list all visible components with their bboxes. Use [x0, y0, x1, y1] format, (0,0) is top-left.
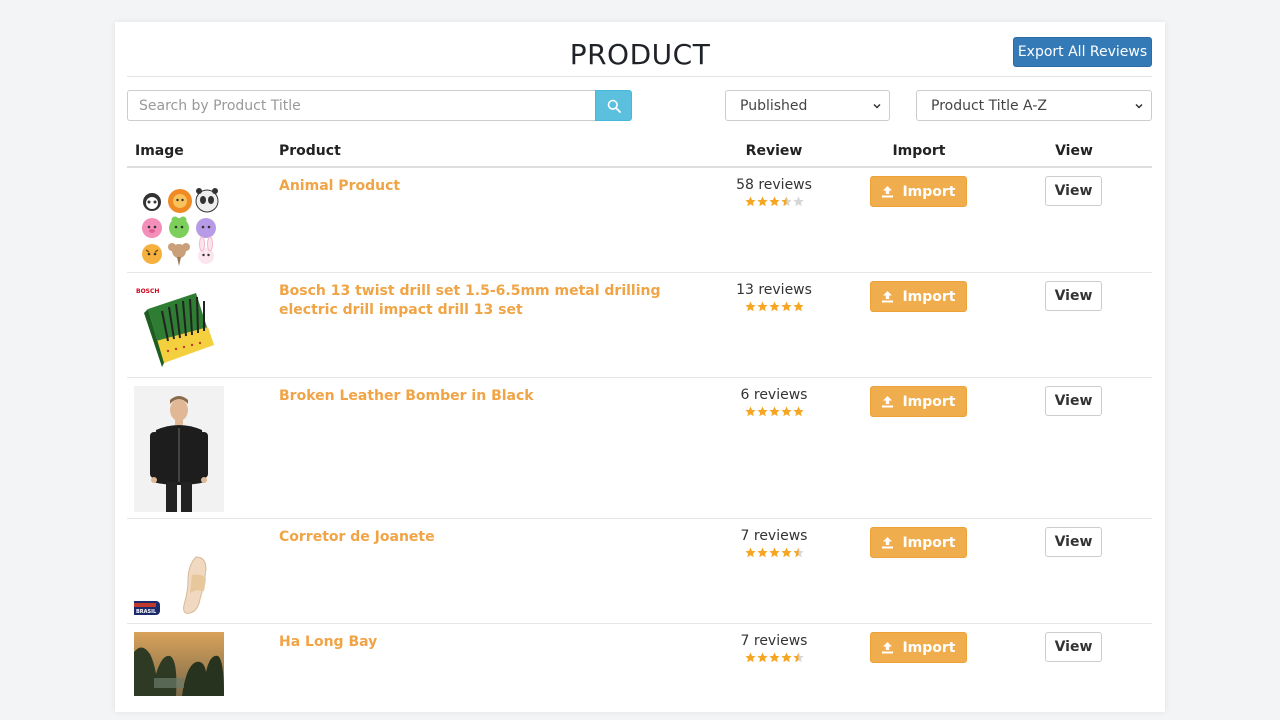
review-count: 58 reviews	[736, 177, 812, 193]
star-icon	[781, 406, 792, 417]
upload-icon	[882, 537, 894, 549]
star-icon	[769, 547, 780, 558]
column-header-image: Image	[135, 143, 184, 159]
product-title-link[interactable]: Ha Long Bay	[279, 633, 679, 652]
table-row: Broken Leather Bomber in Black 6 reviews…	[127, 378, 1152, 519]
upload-icon	[882, 291, 894, 303]
star-icon	[781, 547, 792, 558]
status-select[interactable]: Published	[725, 90, 890, 121]
product-thumbnail[interactable]: BRASIL	[130, 527, 224, 623]
import-label: Import	[902, 534, 956, 551]
star-icon	[757, 406, 768, 417]
product-title-link[interactable]: Animal Product	[279, 177, 679, 196]
search-icon	[607, 99, 621, 113]
thumb-brand-text: BOSCH	[136, 288, 159, 295]
star-icon	[745, 196, 756, 207]
import-label: Import	[902, 393, 956, 410]
table-row: Ha Long Bay 7 reviews Import View	[127, 624, 1152, 712]
star-icon	[769, 652, 780, 663]
import-button[interactable]: Import	[870, 281, 967, 312]
table-row: BOSCH Bosch 13 twist drill set 1.5-6.5mm…	[127, 273, 1152, 378]
upload-icon	[882, 396, 894, 408]
star-icon	[745, 652, 756, 663]
column-header-import: Import	[892, 143, 946, 159]
star-icon	[781, 652, 792, 663]
import-button[interactable]: Import	[870, 632, 967, 663]
star-icon	[745, 301, 756, 312]
search-input[interactable]	[127, 90, 595, 121]
product-thumbnail[interactable]	[134, 632, 224, 700]
star-icon	[757, 547, 768, 558]
import-button[interactable]: Import	[870, 386, 967, 417]
star-rating	[745, 301, 804, 312]
product-thumbnail[interactable]	[134, 386, 224, 516]
star-icon	[781, 196, 792, 207]
star-rating	[745, 547, 804, 558]
star-rating	[745, 196, 804, 207]
view-button[interactable]: View	[1045, 176, 1102, 206]
sort-select[interactable]: Product Title A-Z	[916, 90, 1152, 121]
header-divider	[127, 76, 1152, 77]
review-count: 13 reviews	[736, 282, 812, 298]
view-button[interactable]: View	[1045, 386, 1102, 416]
upload-icon	[882, 186, 894, 198]
star-icon	[769, 406, 780, 417]
import-button[interactable]: Import	[870, 176, 967, 207]
star-icon	[757, 196, 768, 207]
upload-icon	[882, 642, 894, 654]
chevron-down-icon	[1135, 103, 1143, 109]
star-icon	[769, 196, 780, 207]
page-title: PRODUCT	[569, 38, 711, 71]
thumb-flag-text: BRASIL	[136, 609, 157, 615]
star-icon	[781, 301, 792, 312]
review-count: 7 reviews	[740, 633, 808, 649]
column-header-product: Product	[279, 143, 341, 159]
product-thumbnail[interactable]: BOSCH	[134, 281, 224, 377]
star-icon	[793, 652, 804, 663]
bunion-corrector-image: BRASIL	[130, 556, 207, 615]
column-header-review: Review	[745, 143, 803, 159]
table-row: BRASIL Corretor de Joanete 7 reviews Imp…	[127, 519, 1152, 624]
product-title-link[interactable]: Broken Leather Bomber in Black	[279, 387, 679, 406]
product-title-link[interactable]: Corretor de Joanete	[279, 528, 679, 547]
star-icon	[769, 301, 780, 312]
view-button[interactable]: View	[1045, 632, 1102, 662]
sort-select-value: Product Title A-Z	[931, 97, 1047, 114]
column-header-view: View	[1055, 143, 1093, 159]
star-icon	[745, 406, 756, 417]
view-button[interactable]: View	[1045, 527, 1102, 557]
product-title-link[interactable]: Bosch 13 twist drill set 1.5-6.5mm metal…	[279, 282, 679, 320]
star-icon	[757, 301, 768, 312]
import-label: Import	[902, 639, 956, 656]
import-button[interactable]: Import	[870, 527, 967, 558]
star-rating	[745, 406, 804, 417]
search-button[interactable]	[595, 90, 632, 121]
review-count: 7 reviews	[740, 528, 808, 544]
product-thumbnail[interactable]	[134, 176, 224, 272]
product-panel: PRODUCT Export All Reviews Published Pro…	[115, 22, 1165, 712]
chevron-down-icon	[873, 103, 881, 109]
man-leather-jacket-image	[134, 386, 224, 512]
star-rating	[745, 652, 804, 663]
review-count: 6 reviews	[740, 387, 808, 403]
star-icon	[793, 406, 804, 417]
view-button[interactable]: View	[1045, 281, 1102, 311]
drill-set-image: BOSCH	[136, 288, 214, 367]
star-icon	[757, 652, 768, 663]
animal-stickers-image	[142, 188, 219, 266]
status-select-value: Published	[740, 97, 808, 114]
star-icon	[793, 301, 804, 312]
table-row: Animal Product 58 reviews Import View	[127, 168, 1152, 273]
star-icon	[793, 547, 804, 558]
import-label: Import	[902, 183, 956, 200]
bay-landscape-image	[134, 632, 224, 696]
star-icon	[745, 547, 756, 558]
export-all-reviews-button[interactable]: Export All Reviews	[1013, 37, 1152, 67]
import-label: Import	[902, 288, 956, 305]
star-icon	[793, 196, 804, 207]
